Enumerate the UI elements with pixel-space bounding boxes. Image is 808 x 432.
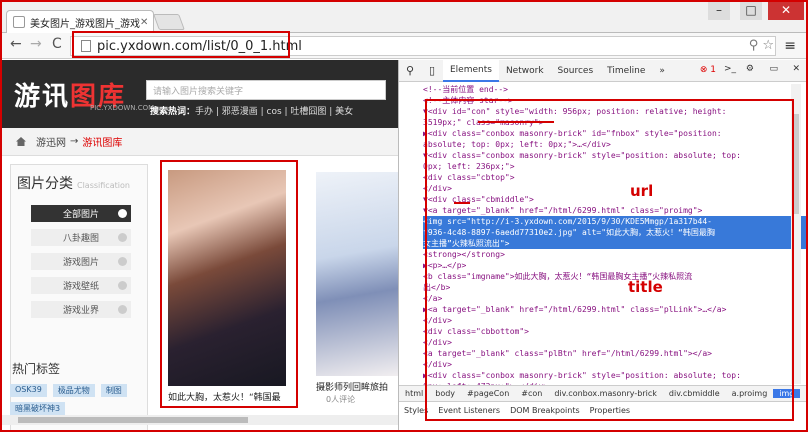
new-tab-button[interactable] [153,14,185,30]
reload-icon[interactable]: C [52,36,62,52]
title-annotation: title [628,278,663,296]
gear-icon[interactable]: ⚙ [746,64,754,74]
category-label: 游戏壁纸 [62,282,99,292]
minimize-icon[interactable]: – [708,0,730,20]
web-page: 游讯图库 PIC.YXDOWN.COM 请输入图片搜索关键字 搜索热词：手办 |… [0,60,398,432]
maximize-icon[interactable]: □ [740,0,762,20]
sidebar-title-text: 图片分类 [17,176,73,192]
site-header: 游讯图库 PIC.YXDOWN.COM 请输入图片搜索关键字 搜索热词：手办 |… [0,60,398,128]
category-item[interactable]: 游戏图片 [31,253,131,270]
back-arrow-icon[interactable]: ← [10,36,22,52]
hot-label: 搜索热词： [150,107,196,117]
category-item[interactable]: 全部图片 [31,205,131,222]
breadcrumb-current[interactable]: 游讯图库 [82,134,122,149]
category-label: 全部图片 [62,210,99,220]
dock-icon[interactable]: ▭ [769,64,778,74]
category-label: 游戏业界 [62,306,99,316]
close-window-icon[interactable]: ✕ [768,0,804,20]
card-image[interactable] [168,170,286,386]
tab-timeline[interactable]: Timeline [600,60,652,82]
breadcrumb-home[interactable]: 游迅网 [36,134,66,149]
close-tab-icon[interactable]: ✕ [140,17,148,28]
tag[interactable]: 暗黑破坏神3 [10,402,66,415]
console-icon[interactable]: >_ [724,64,736,74]
category-label: 游戏图片 [62,258,99,268]
chevron-right-icon [118,305,127,314]
category-item[interactable]: 游戏壁纸 [31,277,131,294]
hot-words-list[interactable]: 手办 | 邪恶漫画 | cos | 吐槽囧图 | 美女 [195,107,353,117]
search-input[interactable]: 请输入图片搜索关键字 [146,80,386,100]
device-mode-icon[interactable]: ▯ [421,64,443,77]
card-image[interactable] [316,172,398,376]
chevron-right-icon [118,281,127,290]
url-annotation: url [630,182,654,200]
sidebar-title: 图片分类 Classification [11,165,147,201]
tag[interactable]: 极品尤物 [52,384,95,397]
category-item[interactable]: 游戏业界 [31,301,131,318]
image-card[interactable]: 摄影师列回眸旅拍 0人评论 [310,168,398,408]
logo-main: 游讯 [14,82,71,112]
scrollbar-thumb[interactable] [18,417,248,423]
tag[interactable]: OSK39 [10,384,47,397]
tag-row: OSK39 极品尤物 制图 [10,384,127,397]
zoom-star-icons[interactable]: ⚲ ☆ [749,38,774,53]
tab-network[interactable]: Network [499,60,551,82]
tab-elements[interactable]: Elements [443,59,499,82]
close-devtools-icon[interactable]: ✕ [792,64,800,74]
home-icon[interactable] [16,137,26,146]
forward-arrow-icon[interactable]: → [30,36,42,52]
category-item[interactable]: 八卦趣图 [31,229,131,246]
browser-titlebar: 美女图片_游戏图片_游戏 ✕ – □ ✕ [0,0,808,33]
tags-title: 热门标签 [12,362,61,376]
devtools-toolbar: ⚲ ▯ Elements Network Sources Timeline » … [399,59,808,82]
logo-subtitle: PIC.YXDOWN.COM [90,104,155,112]
tab-title: 美女图片_游戏图片_游戏 [30,18,140,30]
hot-words: 搜索热词：手办 | 邪恶漫画 | cos | 吐槽囧图 | 美女 [150,104,353,117]
error-count-badge[interactable]: ⊗ 1 [700,65,716,75]
masonry-underline [478,121,554,123]
chevron-right-icon [118,257,127,266]
url-highlight-box [72,31,290,58]
tag[interactable]: 制图 [100,384,127,397]
chevron-right-icon [118,209,127,218]
inspect-icon[interactable]: ⚲ [399,64,421,77]
a-tag-underline [454,202,470,204]
tag-row: 暗黑破坏神3 [10,402,66,415]
more-tabs[interactable]: » [652,60,672,82]
error-count: 1 [710,65,716,75]
dom-node-line[interactable]: <!--当前位置 end--> [423,84,808,95]
category-label: 八卦趣图 [62,234,99,244]
card-caption[interactable]: 如此大胸，太惹火！“韩国最 [168,390,281,403]
devtools-highlight-box [425,99,794,421]
breadcrumb: 游迅网 → 游讯图库 [0,128,398,156]
image-card-highlighted[interactable]: 如此大胸，太惹火！“韩国最 [160,160,298,408]
page-favicon-icon [13,16,25,28]
breadcrumb-separator: → [70,136,79,147]
browser-tab[interactable]: 美女图片_游戏图片_游戏 ✕ [6,10,154,33]
sidebar-title-en: Classification [77,181,130,190]
tab-sources[interactable]: Sources [551,60,601,82]
horizontal-scrollbar[interactable] [0,415,398,425]
chrome-menu-icon[interactable]: ≡ [784,38,796,54]
chevron-right-icon [118,233,127,242]
comment-count[interactable]: 0人评论 [326,394,355,405]
card-caption[interactable]: 摄影师列回眸旅拍 [316,380,388,393]
